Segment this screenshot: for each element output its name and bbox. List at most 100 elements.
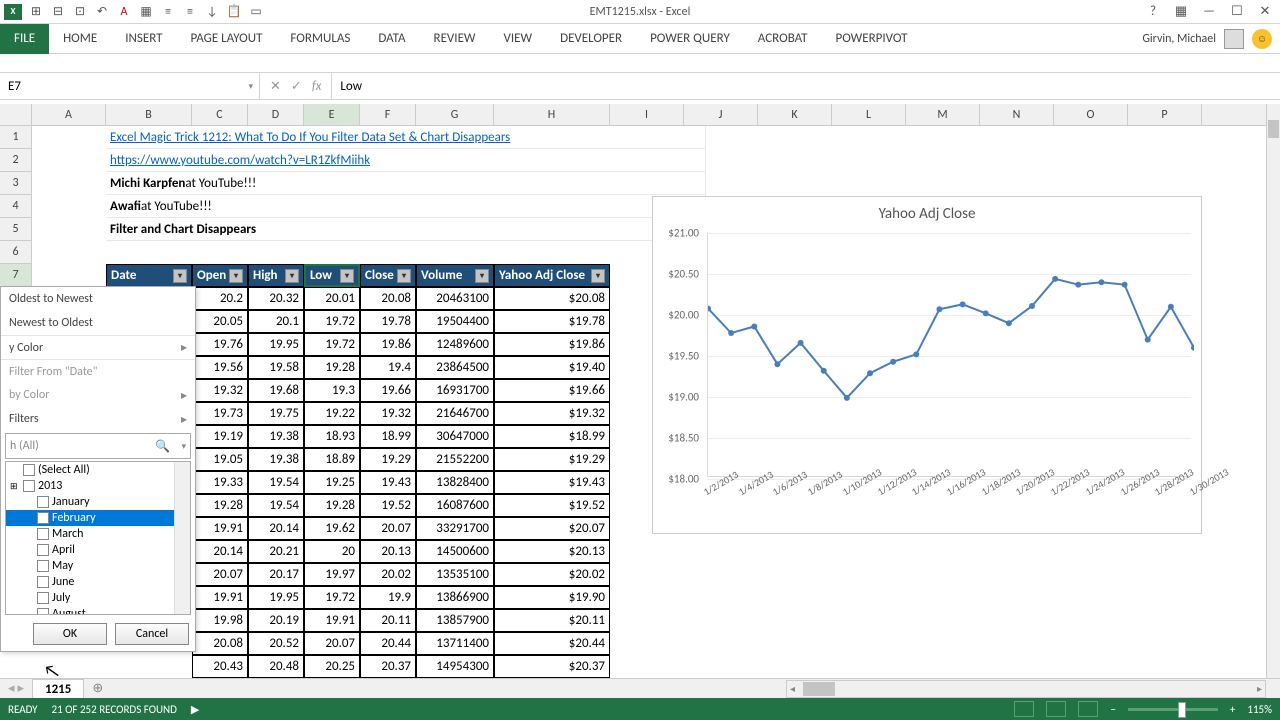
sort-oldest[interactable]: Oldest to Newest — [1, 287, 195, 311]
avatar[interactable] — [1224, 29, 1244, 49]
column-header[interactable]: C — [192, 104, 248, 125]
row-header[interactable]: 7 — [0, 264, 32, 287]
column-header[interactable]: F — [360, 104, 416, 125]
cell[interactable]: Yahoo Adj Close▾ — [494, 264, 610, 287]
cell[interactable]: 13535100 — [416, 563, 494, 586]
column-header[interactable]: I — [610, 104, 684, 125]
cell[interactable]: $19.90 — [494, 586, 610, 609]
column-header[interactable]: O — [1054, 104, 1128, 125]
cell[interactable]: 19.38 — [248, 425, 304, 448]
cell[interactable]: 20.25 — [304, 655, 360, 678]
cell[interactable]: 19.22 — [304, 402, 360, 425]
cell[interactable]: 20.01 — [304, 287, 360, 310]
cell[interactable]: 19.72 — [304, 310, 360, 333]
cell[interactable]: $19.78 — [494, 310, 610, 333]
cell[interactable]: https://www.youtube.com/watch?v=LR1ZkfMi… — [106, 149, 706, 172]
ribbon-tab-view[interactable]: VIEW — [490, 24, 547, 54]
cell[interactable]: Excel Magic Trick 1212: What To Do If Yo… — [106, 126, 706, 149]
border-icon[interactable]: ▦ — [138, 4, 154, 20]
cell[interactable]: 20.08 — [192, 632, 248, 655]
cell[interactable]: $19.52 — [494, 494, 610, 517]
zoom-level[interactable]: 115% — [1247, 703, 1272, 716]
column-header[interactable]: N — [980, 104, 1054, 125]
close-icon[interactable]: ✕ — [1256, 4, 1274, 19]
cell[interactable]: 19.86 — [360, 333, 416, 356]
cell[interactable]: 14954300 — [416, 655, 494, 678]
sort-by-color[interactable]: y Color — [1, 335, 195, 359]
cell[interactable]: 20463100 — [416, 287, 494, 310]
cell[interactable]: 19.56 — [192, 356, 248, 379]
cell[interactable]: 19.91 — [304, 609, 360, 632]
cell[interactable]: $19.66 — [494, 379, 610, 402]
cell[interactable]: $19.40 — [494, 356, 610, 379]
row-header[interactable]: 2 — [0, 149, 32, 172]
cell[interactable]: High▾ — [248, 264, 304, 287]
cell[interactable]: 20.11 — [360, 609, 416, 632]
cell[interactable]: 21552200 — [416, 448, 494, 471]
fx-icon[interactable]: fx — [312, 79, 322, 94]
cell[interactable]: 19.68 — [248, 379, 304, 402]
cell[interactable]: 19.38 — [248, 448, 304, 471]
cell[interactable]: 20.2 — [192, 287, 248, 310]
cell[interactable]: 13857900 — [416, 609, 494, 632]
accept-formula-icon[interactable]: ✓ — [291, 79, 302, 94]
filter-tree-item[interactable]: July — [6, 590, 190, 606]
filter-button[interactable]: ▾ — [340, 269, 354, 283]
ok-button[interactable]: OK — [33, 623, 107, 645]
filter-by-color[interactable]: by Color — [1, 383, 195, 407]
cell[interactable]: 19.19 — [192, 425, 248, 448]
cell[interactable]: 19.9 — [360, 586, 416, 609]
cell[interactable]: 20.02 — [360, 563, 416, 586]
cell[interactable]: 12489600 — [416, 333, 494, 356]
filter-tree-item[interactable]: April — [6, 542, 190, 558]
cancel-formula-icon[interactable]: ✕ — [270, 79, 281, 94]
ribbon-tab-insert[interactable]: INSERT — [111, 24, 176, 54]
cell[interactable]: 19.91 — [192, 517, 248, 540]
paste-icon[interactable]: 📋 — [226, 4, 242, 20]
filter-button[interactable]: ▾ — [285, 269, 299, 283]
filter-tree-item[interactable]: May — [6, 558, 190, 574]
cell[interactable]: $19.29 — [494, 448, 610, 471]
cell[interactable]: $20.07 — [494, 517, 610, 540]
column-header[interactable]: D — [248, 104, 304, 125]
zoom-slider[interactable] — [1128, 708, 1218, 711]
row-header[interactable]: 3 — [0, 172, 32, 195]
view-break-icon[interactable] — [1078, 701, 1098, 717]
cell[interactable]: 20.43 — [192, 655, 248, 678]
column-header[interactable]: J — [684, 104, 758, 125]
cell[interactable]: 19.75 — [248, 402, 304, 425]
cell[interactable]: 16931700 — [416, 379, 494, 402]
cell[interactable]: 19.95 — [248, 333, 304, 356]
cell[interactable]: 20 — [304, 540, 360, 563]
horizontal-scrollbar[interactable]: ◂ ▸ — [786, 680, 1266, 698]
chevron-down-icon[interactable]: ▾ — [181, 441, 186, 452]
cell[interactable]: 19.58 — [248, 356, 304, 379]
cell[interactable]: 19.25 — [304, 471, 360, 494]
ribbon-tab-data[interactable]: DATA — [364, 24, 419, 54]
cell[interactable]: $19.43 — [494, 471, 610, 494]
row-header[interactable]: 6 — [0, 241, 32, 264]
cell[interactable]: Date▾ — [106, 264, 192, 287]
cell[interactable]: 19.66 — [360, 379, 416, 402]
cell[interactable]: 13866900 — [416, 586, 494, 609]
filter-tree-item[interactable]: January — [6, 494, 190, 510]
cell[interactable]: $20.08 — [494, 287, 610, 310]
row-header[interactable]: 5 — [0, 218, 32, 241]
cell[interactable]: 19.43 — [360, 471, 416, 494]
cell[interactable]: 19.29 — [360, 448, 416, 471]
cell[interactable]: 19.54 — [248, 494, 304, 517]
row-header[interactable]: 1 — [0, 126, 32, 149]
cell[interactable]: 18.93 — [304, 425, 360, 448]
cell[interactable]: 19.73 — [192, 402, 248, 425]
date-filters[interactable]: Filters — [1, 407, 195, 431]
user-name[interactable]: Girvin, Michael — [1142, 32, 1216, 46]
column-header[interactable]: H — [494, 104, 610, 125]
row-header[interactable]: 4 — [0, 195, 32, 218]
cell[interactable]: 20.19 — [248, 609, 304, 632]
sort-icon[interactable]: ↓ — [204, 4, 220, 20]
cell[interactable]: 18.99 — [360, 425, 416, 448]
filter-tree-item[interactable]: (Select All) — [6, 462, 190, 478]
cell[interactable]: 23864500 — [416, 356, 494, 379]
column-header[interactable]: M — [906, 104, 980, 125]
filter-tree-item[interactable]: ✓February — [6, 510, 190, 526]
